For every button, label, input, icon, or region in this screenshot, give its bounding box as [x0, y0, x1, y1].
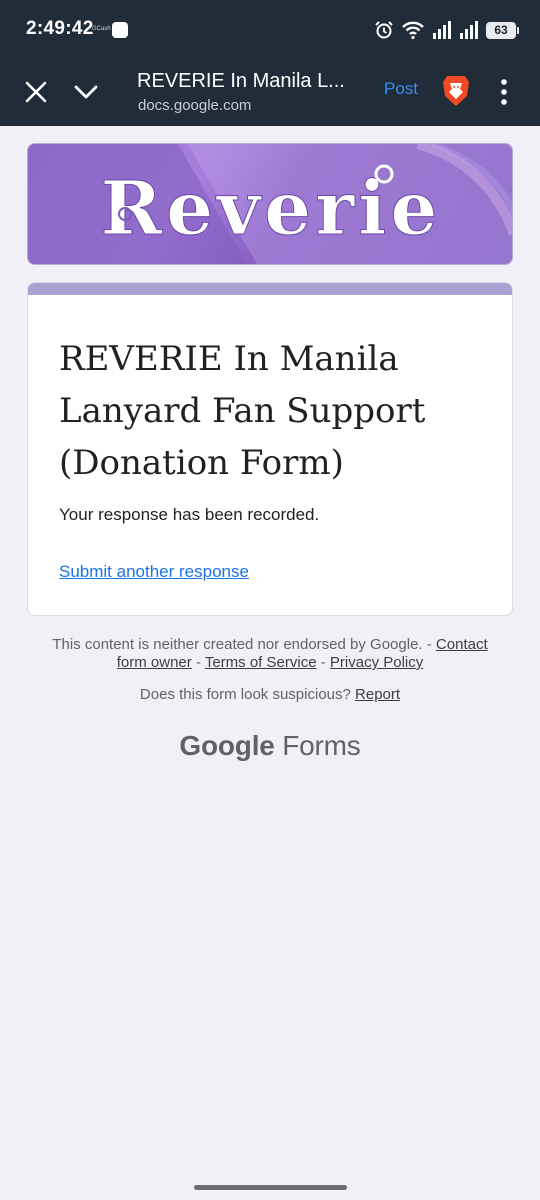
more-options-icon[interactable] — [498, 78, 510, 106]
confirmation-message: Your response has been recorded. — [59, 505, 320, 524]
status-icons: 63 — [374, 19, 519, 41]
app-notification-icon — [112, 22, 128, 38]
privacy-link[interactable]: Privacy Policy — [330, 654, 423, 671]
submit-another-link[interactable]: Submit another response — [59, 562, 249, 582]
signal-icon-1 — [433, 21, 451, 39]
post-button[interactable]: Post — [384, 79, 418, 99]
battery-indicator: 63 — [486, 21, 519, 39]
alarm-icon — [375, 21, 393, 39]
url-display[interactable]: docs.google.com — [138, 97, 251, 114]
report-link[interactable]: Report — [355, 686, 400, 703]
status-bar: 2:49:42 GCash 63 — [0, 0, 540, 58]
chevron-down-icon[interactable] — [72, 80, 100, 104]
wifi-icon — [402, 21, 424, 40]
google-forms-logo[interactable]: Google Forms — [0, 730, 540, 762]
forms-wordmark: Forms — [282, 730, 361, 761]
disclaimer-text: This content is neither created nor endo… — [52, 636, 432, 653]
footer-disclaimer: This content is neither created nor endo… — [40, 636, 500, 672]
separator: - — [191, 654, 205, 671]
confirmation-card: REVERIE In Manila Lanyard Fan Support (D… — [27, 282, 513, 616]
report-line: Does this form look suspicious? Report — [40, 686, 500, 703]
clock: 2:49:42 — [26, 18, 94, 39]
card-accent-bar — [28, 283, 512, 295]
form-header-image: Reverie — [27, 143, 513, 265]
google-wordmark: Google — [179, 730, 275, 761]
gcash-notification-icon: GCash — [92, 26, 111, 32]
close-icon[interactable] — [22, 78, 50, 106]
browser-toolbar: REVERIE In Manila L... docs.google.com P… — [0, 58, 540, 126]
brave-lion-icon[interactable] — [441, 74, 471, 108]
separator: - — [316, 654, 330, 671]
page-title[interactable]: REVERIE In Manila L... — [137, 70, 357, 93]
suspicious-text: Does this form look suspicious? — [139, 686, 351, 703]
reverie-logo: Reverie — [28, 144, 512, 264]
gesture-bar[interactable] — [194, 1185, 347, 1190]
signal-icon-2 — [460, 21, 478, 39]
terms-link[interactable]: Terms of Service — [205, 654, 317, 671]
form-title: REVERIE In Manila Lanyard Fan Support (D… — [59, 339, 426, 483]
